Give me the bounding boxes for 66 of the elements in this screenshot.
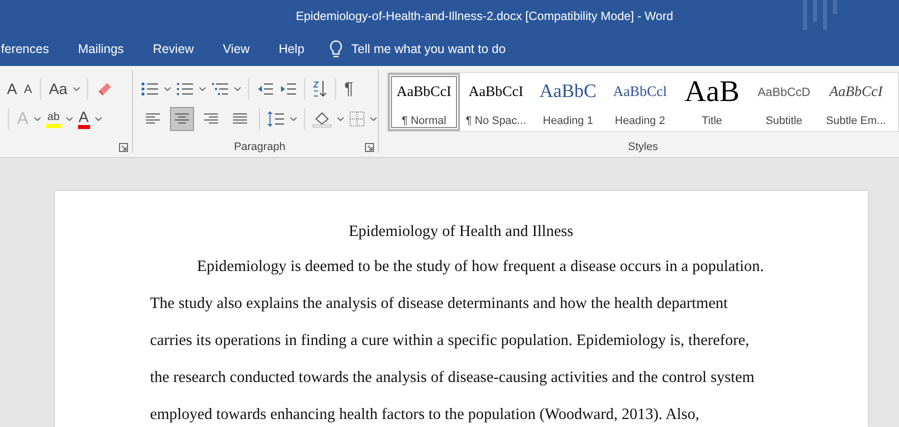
- style-preview: AaBbCcl: [613, 82, 667, 102]
- tell-me-field[interactable]: Tell me what you want to do: [351, 42, 552, 56]
- ribbon-tab[interactable]: ferences: [1, 42, 60, 56]
- style-name: ¶ No Spac...: [466, 115, 526, 127]
- caret-icon: [73, 87, 80, 91]
- style-name: Subtitle: [766, 115, 802, 127]
- style-item[interactable]: AaBbCcD Subtitle: [748, 73, 820, 131]
- align-right-icon: [204, 113, 218, 125]
- numbered-list-icon[interactable]: [176, 81, 194, 97]
- align-justify-icon: [233, 113, 248, 125]
- bullets-icon[interactable]: [141, 81, 160, 97]
- caret-icon: [370, 117, 378, 121]
- ribbon-tab[interactable]: Help: [278, 42, 316, 56]
- borders-icon[interactable]: [349, 111, 366, 127]
- align-center-icon: [175, 113, 190, 125]
- style-item[interactable]: AaBbCcI ¶ No Spac...: [460, 73, 532, 131]
- style-preview: AaBbCcI: [396, 82, 452, 102]
- style-preview: AaBbC: [539, 80, 596, 104]
- style-name: Heading 1: [542, 115, 594, 127]
- font-color-button[interactable]: A: [78, 110, 90, 128]
- caret-icon: [234, 87, 242, 91]
- ribbon-tab[interactable]: View: [222, 42, 261, 56]
- paint-bucket-icon[interactable]: [312, 110, 332, 128]
- document-paragraph: Epidemiology is deemed to be the study of how frequent a disease occurs in a population. The study also explains the analysis of disease determinants and how the health department carries its operations in finding a cure within a specific population. Epidemiology is, therefore, the research conducted towards the analysis of disease-causing activities and the control system employed towards enhancing health factors to the population (Woodward, 2013). Also,: [150, 257, 765, 425]
- caret-icon: [34, 117, 42, 121]
- multilevel-list-icon[interactable]: [211, 81, 230, 97]
- style-item[interactable]: AaBbCcI Subtle Em...: [820, 73, 892, 131]
- style-item[interactable]: AaBbCcl Heading 2: [604, 73, 676, 131]
- highlight-button[interactable]: ab: [46, 110, 61, 128]
- lightbulb-icon: [329, 40, 344, 58]
- line-spacing-icon[interactable]: [267, 111, 286, 127]
- caret-icon: [337, 117, 344, 121]
- dialog-launcher-icon[interactable]: [365, 142, 374, 152]
- window-title: Epidemiology-of-Health-and-Illness-2.docx [Compatibility Mode] - Word: [294, 8, 674, 22]
- tell-me-search[interactable]: Tell me what you want to do: [329, 40, 552, 58]
- ribbon-tab[interactable]: Mailings: [78, 42, 135, 56]
- style-item[interactable]: AaBbCcI ¶ Normal: [388, 73, 460, 131]
- align-left-icon: [146, 113, 160, 125]
- grow-font-button[interactable]: A: [6, 80, 18, 98]
- caret-icon: [164, 87, 172, 91]
- caret-icon: [199, 87, 206, 91]
- sort-icon[interactable]: [312, 80, 328, 98]
- style-preview: AaBbCcI: [829, 82, 883, 102]
- style-name: Subtle Em...: [826, 115, 886, 127]
- style-name: Heading 2: [614, 115, 666, 127]
- style-item[interactable]: AaBbC Heading 1: [532, 73, 604, 131]
- caret-icon: [66, 117, 73, 121]
- style-preview: AaBbCcI: [468, 82, 524, 102]
- document-title: Epidemiology of Health and Illness: [348, 222, 574, 242]
- style-item[interactable]: AaB Title: [676, 73, 748, 131]
- style-preview: AaBbCcD: [758, 84, 810, 101]
- align-button[interactable]: [170, 107, 194, 131]
- ribbon-tab[interactable]: Review: [152, 42, 205, 56]
- style-preview: AaB: [684, 78, 740, 106]
- decrease-indent-icon[interactable]: [256, 82, 274, 96]
- dialog-launcher-icon[interactable]: [119, 142, 128, 152]
- shrink-font-button[interactable]: A: [23, 82, 34, 96]
- increase-indent-icon[interactable]: [279, 82, 298, 96]
- show-marks-button[interactable]: ¶: [343, 79, 354, 99]
- style-name: ¶ Normal: [402, 115, 446, 127]
- caret-icon: [290, 117, 298, 121]
- group-label: Styles: [628, 141, 658, 153]
- caret-icon: [94, 117, 102, 121]
- style-name: Title: [702, 115, 722, 127]
- group-label: Paragraph: [234, 141, 286, 153]
- change-case-button[interactable]: Aa: [48, 80, 68, 98]
